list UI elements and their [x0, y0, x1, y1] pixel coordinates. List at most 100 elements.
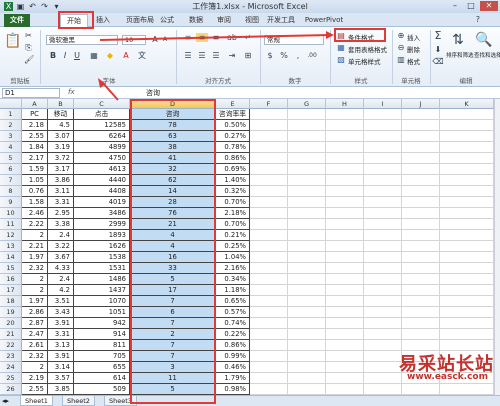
table-header-cell[interactable]: 咨询	[130, 109, 216, 120]
table-cell[interactable]: 16	[130, 252, 216, 263]
empty-cell[interactable]	[364, 241, 402, 252]
empty-cell[interactable]	[364, 318, 402, 329]
font-size-select[interactable]: 10	[122, 35, 146, 45]
row-header[interactable]: 19	[0, 307, 22, 318]
table-cell[interactable]: 0.74%	[216, 318, 250, 329]
table-cell[interactable]: 1538	[74, 252, 130, 263]
table-cell[interactable]: 0.46%	[216, 362, 250, 373]
table-format-button[interactable]: 套用表格格式	[348, 44, 387, 54]
phonetic-icon[interactable]: 文	[136, 51, 148, 60]
table-header-cell[interactable]: 点击	[74, 109, 130, 120]
table-cell[interactable]: 4019	[74, 197, 130, 208]
row-header[interactable]: 21	[0, 329, 22, 340]
table-cell[interactable]: 3.31	[48, 197, 74, 208]
empty-cell[interactable]	[250, 362, 288, 373]
row-header[interactable]: 25	[0, 373, 22, 384]
table-cell[interactable]: 1486	[74, 274, 130, 285]
empty-cell[interactable]	[288, 186, 326, 197]
table-cell[interactable]: 62	[130, 175, 216, 186]
empty-cell[interactable]	[326, 208, 364, 219]
table-cell[interactable]: 76	[130, 208, 216, 219]
empty-cell[interactable]	[364, 340, 402, 351]
table-cell[interactable]: 1070	[74, 296, 130, 307]
delete-button[interactable]: 删除	[407, 44, 420, 54]
empty-cell[interactable]	[250, 340, 288, 351]
empty-cell[interactable]	[288, 142, 326, 153]
row-header[interactable]: 15	[0, 263, 22, 274]
vertical-scrollbar[interactable]	[494, 99, 500, 395]
empty-cell[interactable]	[402, 208, 440, 219]
table-cell[interactable]: 2.95	[48, 208, 74, 219]
column-header[interactable]: C	[74, 99, 130, 109]
empty-cell[interactable]	[326, 230, 364, 241]
table-format-icon[interactable]: ▦	[336, 43, 346, 52]
insert-button[interactable]: 插入	[407, 32, 420, 42]
table-cell[interactable]: 3.85	[48, 384, 74, 395]
empty-cell[interactable]	[326, 164, 364, 175]
column-header[interactable]: B	[48, 99, 74, 109]
table-cell[interactable]: 2	[22, 274, 48, 285]
table-cell[interactable]: 2.18	[22, 120, 48, 131]
close-icon[interactable]: ✕	[480, 1, 498, 11]
row-header[interactable]: 8	[0, 186, 22, 197]
paste-icon[interactable]: 📋	[4, 31, 22, 51]
empty-cell[interactable]	[440, 109, 494, 120]
table-cell[interactable]: 2.22	[22, 219, 48, 230]
table-cell[interactable]: 3486	[74, 208, 130, 219]
table-cell[interactable]: 17	[130, 285, 216, 296]
table-cell[interactable]: 2.55	[22, 384, 48, 395]
table-cell[interactable]: 942	[74, 318, 130, 329]
table-cell[interactable]: 2.16%	[216, 263, 250, 274]
column-header[interactable]: D	[130, 99, 216, 109]
empty-cell[interactable]	[288, 285, 326, 296]
table-cell[interactable]: 7	[130, 318, 216, 329]
column-header[interactable]: J	[402, 99, 440, 109]
empty-cell[interactable]	[288, 153, 326, 164]
table-cell[interactable]: 3	[130, 362, 216, 373]
table-cell[interactable]: 2.32	[22, 263, 48, 274]
row-header[interactable]: 22	[0, 340, 22, 351]
table-cell[interactable]: 1.04%	[216, 252, 250, 263]
row-header[interactable]: 11	[0, 219, 22, 230]
table-cell[interactable]: 1.97	[22, 252, 48, 263]
table-cell[interactable]: 914	[74, 329, 130, 340]
sheet-tab-2[interactable]: Sheet2	[62, 396, 95, 406]
format-cells-icon[interactable]: ▥	[396, 55, 406, 64]
row-header[interactable]: 14	[0, 252, 22, 263]
empty-cell[interactable]	[250, 274, 288, 285]
empty-cell[interactable]	[250, 263, 288, 274]
table-cell[interactable]: 5	[130, 274, 216, 285]
align-middle-icon[interactable]: ≡	[196, 33, 208, 42]
empty-cell[interactable]	[440, 296, 494, 307]
empty-cell[interactable]	[288, 307, 326, 318]
table-cell[interactable]: 2.21	[22, 241, 48, 252]
table-cell[interactable]: 11	[130, 373, 216, 384]
table-cell[interactable]: 0.25%	[216, 241, 250, 252]
table-cell[interactable]: 14	[130, 186, 216, 197]
borders-icon[interactable]: ▦	[88, 51, 100, 60]
table-cell[interactable]: 32	[130, 164, 216, 175]
empty-cell[interactable]	[402, 120, 440, 131]
underline-button[interactable]: U	[72, 51, 82, 60]
table-cell[interactable]: 6	[130, 307, 216, 318]
empty-cell[interactable]	[402, 175, 440, 186]
table-cell[interactable]: 1626	[74, 241, 130, 252]
table-cell[interactable]: 4	[130, 230, 216, 241]
table-cell[interactable]: 2.4	[48, 274, 74, 285]
empty-cell[interactable]	[364, 164, 402, 175]
row-header[interactable]: 4	[0, 142, 22, 153]
table-cell[interactable]: 4613	[74, 164, 130, 175]
table-cell[interactable]: 2.32	[22, 351, 48, 362]
table-cell[interactable]: 4.5	[48, 120, 74, 131]
empty-cell[interactable]	[250, 175, 288, 186]
table-cell[interactable]: 0.50%	[216, 120, 250, 131]
column-header[interactable]: A	[22, 99, 48, 109]
empty-cell[interactable]	[402, 252, 440, 263]
column-header[interactable]: F	[250, 99, 288, 109]
row-header[interactable]: 16	[0, 274, 22, 285]
table-cell[interactable]: 41	[130, 153, 216, 164]
table-cell[interactable]: 3.11	[48, 186, 74, 197]
name-box[interactable]: D1	[2, 88, 60, 98]
conditional-format-icon[interactable]: ▤	[336, 31, 346, 40]
row-header[interactable]: 7	[0, 175, 22, 186]
